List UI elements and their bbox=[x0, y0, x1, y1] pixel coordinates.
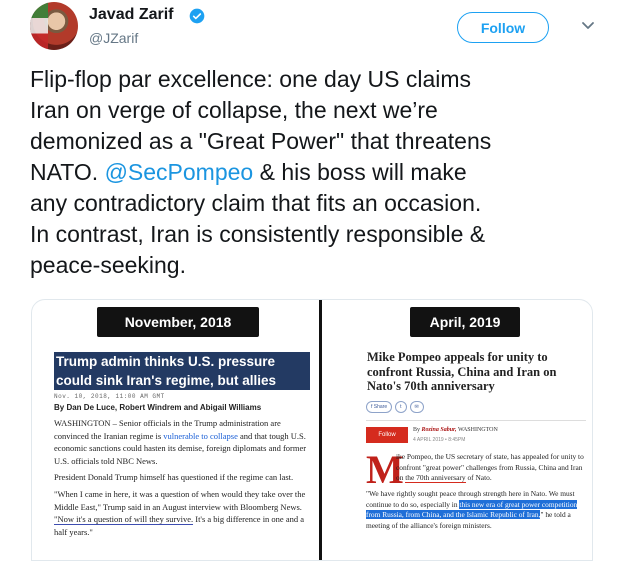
article-paragraph: WASHINGTON – Senior officials in the Tru… bbox=[54, 417, 316, 467]
article-paragraph: President Donald Trump himself has quest… bbox=[54, 472, 294, 483]
tweet-media-image[interactable]: November, 2018 Trump admin thinks U.S. p… bbox=[31, 299, 593, 561]
right-article-panel: April, 2019 Mike Pompeo appeals for unit… bbox=[322, 300, 592, 560]
byline-location: WASHINGTON bbox=[457, 427, 498, 433]
tweet-header: Javad Zarif @JZarif Follow bbox=[0, 0, 621, 60]
mention-link[interactable]: @SecPompeo bbox=[105, 159, 254, 185]
byline-prefix: By bbox=[413, 427, 421, 433]
tweet-line: In contrast, Iran is consistently respon… bbox=[30, 221, 486, 247]
verified-badge-icon bbox=[189, 8, 205, 24]
flag-graphic bbox=[30, 2, 48, 50]
display-name[interactable]: Javad Zarif bbox=[89, 6, 173, 24]
text-segment: of Nato. bbox=[467, 473, 492, 482]
article-paragraph: "We have rightly sought peace through st… bbox=[366, 489, 591, 531]
article-paragraph: ike Pompeo, the US secretary of state, h… bbox=[396, 452, 586, 484]
date-label: April, 2019 bbox=[410, 307, 520, 337]
user-handle[interactable]: @JZarif bbox=[89, 30, 138, 46]
tweet-line: Flip-flop par excellence: one day US cla… bbox=[30, 66, 472, 92]
article-date: Nov. 10, 2018, 11:00 AM GMT bbox=[54, 393, 165, 400]
tweet-line: Iran on verge of collapse, the next we’r… bbox=[30, 97, 438, 123]
twitter-share-icon: t bbox=[395, 401, 407, 413]
article-body: WASHINGTON – Senior officials in the Tru… bbox=[54, 417, 316, 542]
article-headline: Trump admin thinks U.S. pressure could s… bbox=[56, 354, 277, 407]
article-date: 4 APRIL 2019 • 8:45PM bbox=[413, 437, 466, 443]
tweet-text: Flip-flop par excellence: one day US cla… bbox=[30, 64, 600, 281]
article-link: vulnerable to collapse bbox=[163, 430, 238, 441]
follow-badge: Follow bbox=[366, 427, 408, 443]
chevron-down-icon[interactable] bbox=[580, 17, 596, 33]
tweet-line: peace-seeking. bbox=[30, 252, 186, 278]
byline-name: Rozina Sabur, bbox=[421, 427, 457, 433]
tweet-line: demonized as a "Great Power" that threat… bbox=[30, 128, 492, 154]
tweet-line: any contradictory claim that fits an occ… bbox=[30, 190, 482, 216]
follow-button[interactable]: Follow bbox=[457, 12, 549, 43]
share-buttons: f Share t ✉ bbox=[366, 401, 424, 413]
article-body: "We have rightly sought peace through st… bbox=[366, 489, 591, 535]
avatar[interactable] bbox=[30, 2, 78, 50]
underlined-quote: "Now it's a question of will they surviv… bbox=[54, 514, 194, 526]
tweet-line-with-mention: NATO. @SecPompeo & his boss will make bbox=[30, 157, 600, 188]
article-byline: By Rozina Sabur, WASHINGTON bbox=[413, 427, 498, 433]
facebook-share-icon: f Share bbox=[366, 401, 393, 413]
underlined-text: the 70th anniversary bbox=[405, 473, 466, 483]
left-article-panel: November, 2018 Trump admin thinks U.S. p… bbox=[32, 300, 319, 560]
article-paragraph: "When I came in here, it was a question … bbox=[54, 488, 316, 538]
tweet-text-segment: & his boss will make bbox=[259, 159, 467, 185]
divider-line bbox=[366, 420, 586, 421]
text-segment: "When I came in here, it was a question … bbox=[54, 488, 306, 512]
article-byline: By Dan De Luce, Robert Windrem and Abiga… bbox=[54, 403, 262, 412]
date-label: November, 2018 bbox=[97, 307, 259, 337]
tweet-text-segment: NATO. bbox=[30, 159, 99, 185]
email-share-icon: ✉ bbox=[409, 401, 424, 413]
article-headline: Mike Pompeo appeals for unity to confron… bbox=[367, 350, 557, 393]
